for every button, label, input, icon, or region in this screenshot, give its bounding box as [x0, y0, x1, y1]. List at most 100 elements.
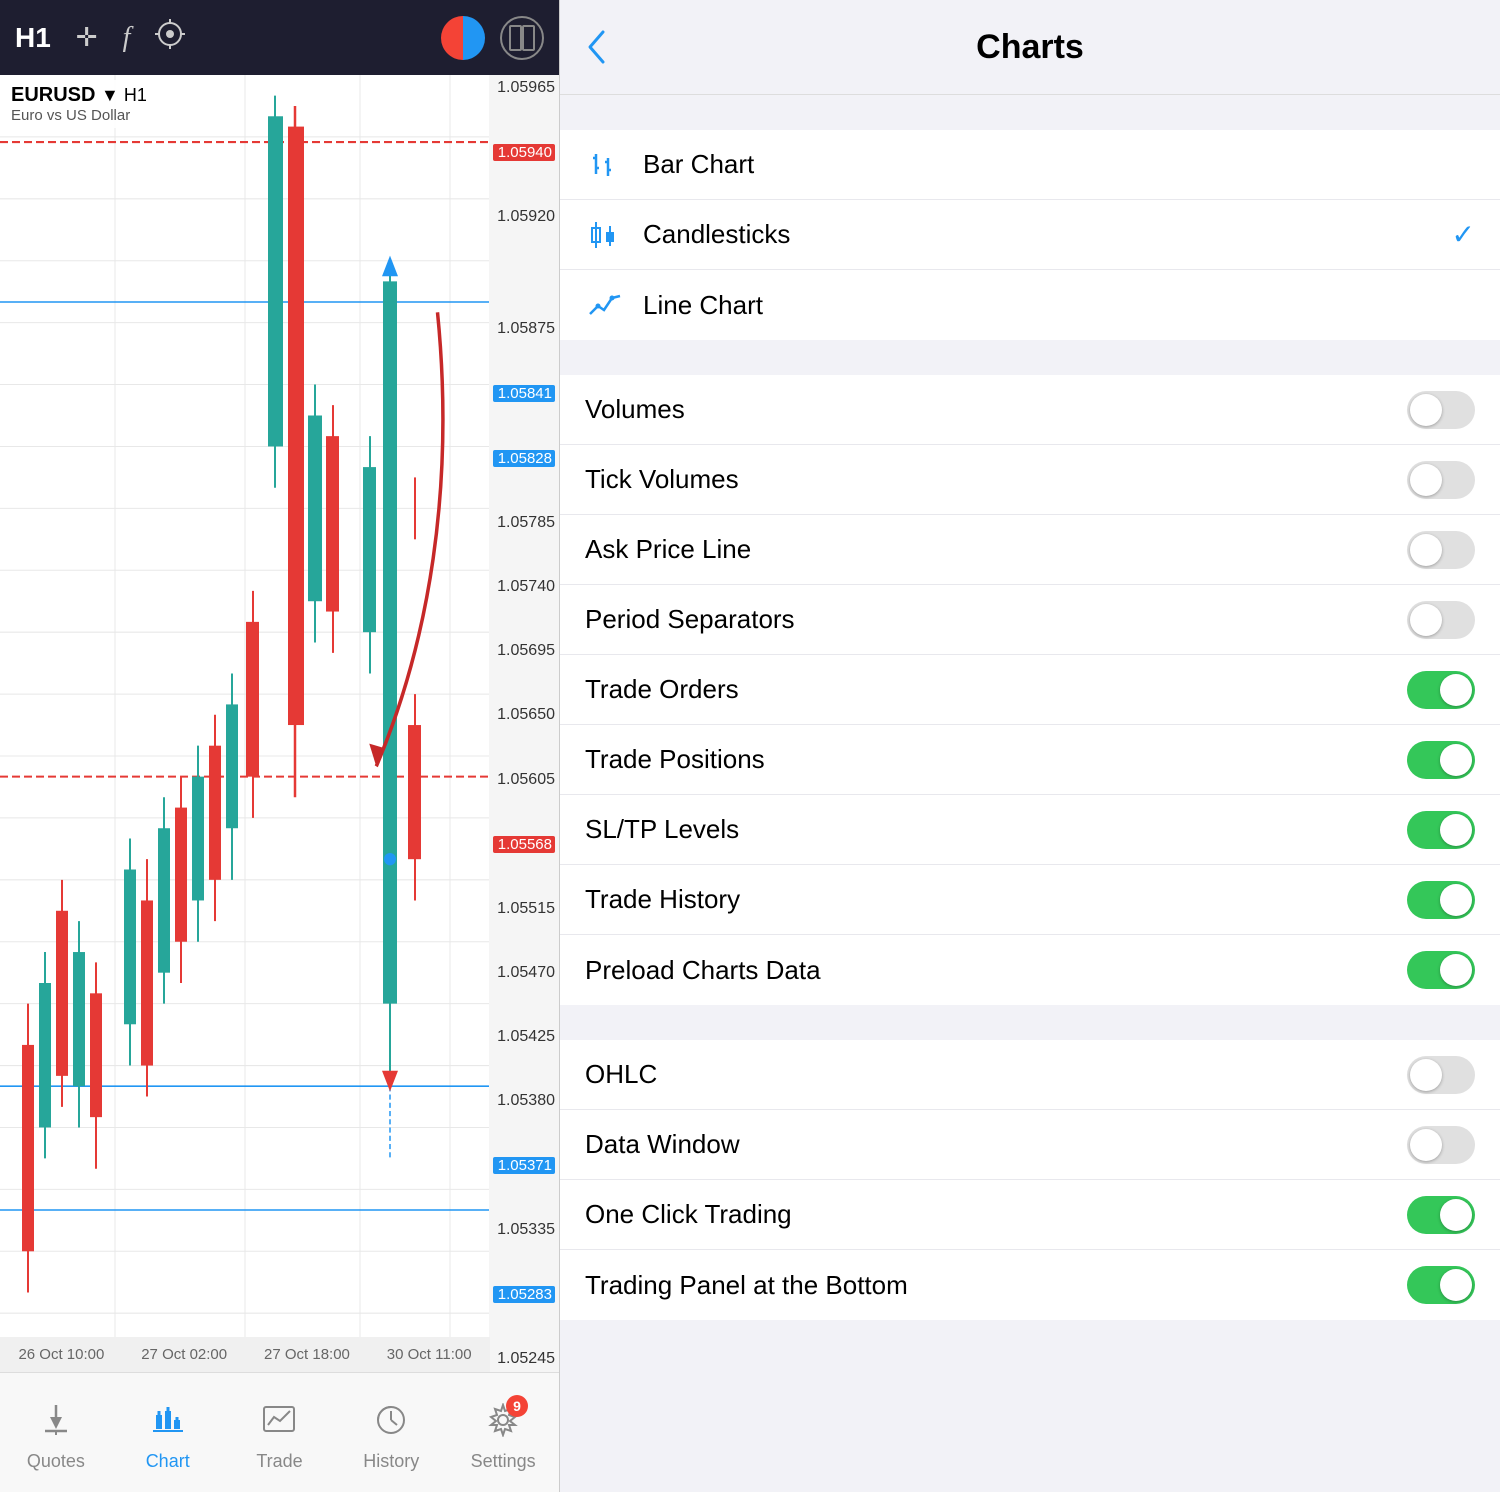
price-1.05740: 1.05740 [493, 579, 555, 595]
price-bid: 1.05828 [493, 450, 555, 467]
trade-positions-label: Trade Positions [585, 744, 1407, 775]
trading-panel-label: Trading Panel at the Bottom [585, 1270, 1407, 1301]
data-window-toggle[interactable] [1407, 1126, 1475, 1164]
price-1.05380: 1.05380 [493, 1093, 555, 1109]
chart-header: H1 ✛ f [0, 0, 559, 75]
chart-type-candlesticks[interactable]: Candlesticks ✓ [560, 200, 1500, 270]
toggle-data-window[interactable]: Data Window [560, 1110, 1500, 1180]
charts-settings-panel: Charts Bar Chart [560, 0, 1500, 1492]
trade-label: Trade [256, 1451, 302, 1472]
toggle-trade-orders[interactable]: Trade Orders [560, 655, 1500, 725]
ohlc-label: OHLC [585, 1059, 1407, 1090]
toggle-preload[interactable]: Preload Charts Data [560, 935, 1500, 1005]
toggle-period-separators[interactable]: Period Separators [560, 585, 1500, 655]
crosshair-tool[interactable]: ✛ [76, 22, 98, 53]
settings-badge: 9 [506, 1395, 528, 1417]
tick-volumes-toggle[interactable] [1407, 461, 1475, 499]
price-buy10: 1.05841 [493, 385, 555, 402]
nav-settings[interactable]: 9 Settings [447, 1393, 559, 1472]
volumes-label: Volumes [585, 394, 1407, 425]
timeframe-label[interactable]: H1 [15, 22, 51, 54]
fibonacci-tool[interactable]: f [123, 22, 131, 54]
price-1.05695: 1.05695 [493, 643, 555, 659]
bottom-nav: Quotes Chart [0, 1372, 559, 1492]
sl-tp-label: SL/TP Levels [585, 814, 1407, 845]
instrument-description: Euro vs US Dollar [11, 107, 147, 124]
price-1.05785: 1.05785 [493, 515, 555, 531]
history-icon [374, 1403, 408, 1445]
instrument-pair: EURUSD ▼ H1 [11, 84, 147, 107]
toggle-ohlc[interactable]: OHLC [560, 1040, 1500, 1110]
preload-label: Preload Charts Data [585, 955, 1407, 986]
line-chart-icon [585, 288, 625, 322]
bar-chart-icon [585, 148, 625, 182]
time-axis: 26 Oct 10:00 27 Oct 02:00 27 Oct 18:00 3… [0, 1337, 490, 1372]
toggle-sl-tp[interactable]: SL/TP Levels [560, 795, 1500, 865]
nav-chart[interactable]: Chart [112, 1393, 224, 1472]
one-click-toggle[interactable] [1407, 1196, 1475, 1234]
right-panel-header: Charts [560, 0, 1500, 95]
chart-type-bar[interactable]: Bar Chart [560, 130, 1500, 200]
price-buylimit10: 1.05371 [493, 1157, 555, 1174]
sep-2 [560, 340, 1500, 375]
price-1.05875: 1.05875 [493, 321, 555, 337]
object-tool[interactable] [155, 19, 185, 56]
chart-panel: H1 ✛ f EURUSD ▼ [0, 0, 560, 1492]
split-screen-icon[interactable] [500, 16, 544, 60]
time-label-3: 27 Oct 18:00 [264, 1346, 350, 1363]
ohlc-toggle[interactable] [1407, 1056, 1475, 1094]
price-tp: 1.05940 [493, 144, 555, 161]
back-button[interactable] [585, 28, 607, 66]
preload-toggle[interactable] [1407, 951, 1475, 989]
bottom-padding [560, 1320, 1500, 1360]
time-label-1: 26 Oct 10:00 [18, 1346, 104, 1363]
toggle-one-click-trading[interactable]: One Click Trading [560, 1180, 1500, 1250]
trade-positions-toggle[interactable] [1407, 741, 1475, 779]
toggle-volumes[interactable]: Volumes [560, 375, 1500, 445]
toggle-trading-panel[interactable]: Trading Panel at the Bottom [560, 1250, 1500, 1320]
candlesticks-checkmark: ✓ [1452, 218, 1475, 251]
ask-price-toggle[interactable] [1407, 531, 1475, 569]
chart-icon [151, 1403, 185, 1445]
nav-history[interactable]: History [335, 1393, 447, 1472]
trade-history-toggle[interactable] [1407, 881, 1475, 919]
toggles-group-1: Volumes Tick Volumes Ask Price Line Peri… [560, 375, 1500, 1005]
price-sl: 1.05568 [493, 836, 555, 853]
time-label-2: 27 Oct 02:00 [141, 1346, 227, 1363]
toggle-ask-price-line[interactable]: Ask Price Line [560, 515, 1500, 585]
history-label: History [363, 1451, 419, 1472]
quotes-icon [39, 1403, 73, 1445]
nav-quotes[interactable]: Quotes [0, 1393, 112, 1472]
panel-title: Charts [976, 28, 1084, 67]
toggle-trade-positions[interactable]: Trade Positions [560, 725, 1500, 795]
trading-panel-toggle[interactable] [1407, 1266, 1475, 1304]
ask-price-label: Ask Price Line [585, 534, 1407, 565]
quotes-label: Quotes [27, 1451, 85, 1472]
chart-area[interactable] [0, 75, 490, 1372]
period-sep-toggle[interactable] [1407, 601, 1475, 639]
chart-canvas [0, 75, 490, 1372]
chart-types-group: Bar Chart Candlesticks ✓ [560, 130, 1500, 340]
volumes-toggle[interactable] [1407, 391, 1475, 429]
candlesticks-label: Candlesticks [643, 219, 1452, 250]
line-chart-label: Line Chart [643, 290, 1475, 321]
instrument-info: EURUSD ▼ H1 Euro vs US Dollar [5, 80, 153, 128]
nav-trade[interactable]: Trade [224, 1393, 336, 1472]
trade-history-label: Trade History [585, 884, 1407, 915]
time-label-4: 30 Oct 11:00 [387, 1346, 472, 1363]
sep-3 [560, 1005, 1500, 1040]
price-1.05650: 1.05650 [493, 707, 555, 723]
price-buylimit0: 1.05283 [493, 1286, 555, 1303]
chart-type-line[interactable]: Line Chart [560, 270, 1500, 340]
bar-chart-label: Bar Chart [643, 149, 1475, 180]
trade-icon [262, 1403, 296, 1445]
toggle-tick-volumes[interactable]: Tick Volumes [560, 445, 1500, 515]
trade-orders-toggle[interactable] [1407, 671, 1475, 709]
toggles-group-2: OHLC Data Window One Click Trading Tradi… [560, 1040, 1500, 1320]
period-sep-label: Period Separators [585, 604, 1407, 635]
market-watch-icon[interactable] [441, 16, 485, 60]
sl-tp-toggle[interactable] [1407, 811, 1475, 849]
toggle-trade-history[interactable]: Trade History [560, 865, 1500, 935]
trade-orders-label: Trade Orders [585, 674, 1407, 705]
data-window-label: Data Window [585, 1129, 1407, 1160]
